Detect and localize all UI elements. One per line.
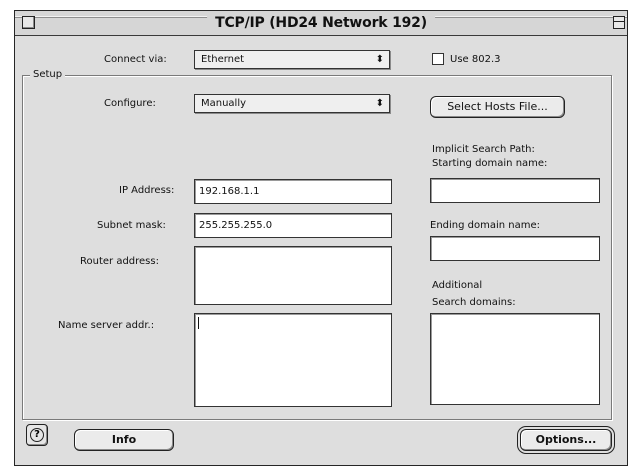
name-server-field[interactable]: [194, 313, 392, 407]
ending-domain-label: Ending domain name:: [430, 220, 541, 231]
ip-address-label: IP Address:: [119, 185, 175, 196]
setup-group-title: Setup: [30, 69, 66, 80]
router-address-field[interactable]: [194, 246, 392, 305]
info-button[interactable]: Info: [74, 429, 174, 451]
subnet-mask-value: 255.255.255.0: [199, 220, 273, 231]
options-button[interactable]: Options...: [520, 429, 612, 451]
configure-popup[interactable]: Manually ⬍: [194, 94, 390, 113]
use-8023-label: Use 802.3: [450, 54, 501, 65]
configure-label: Configure:: [104, 98, 156, 109]
use-8023-checkbox[interactable]: [432, 53, 444, 65]
window-title: TCP/IP (HD24 Network 192): [207, 14, 435, 32]
close-box-icon[interactable]: [22, 16, 35, 29]
popup-arrows-icon: ⬍: [375, 54, 384, 65]
starting-domain-field[interactable]: [430, 178, 600, 203]
help-icon: ?: [30, 428, 44, 442]
subnet-mask-field[interactable]: 255.255.255.0: [194, 213, 392, 238]
starting-domain-label: Starting domain name:: [432, 158, 548, 169]
search-domains-label: Search domains:: [432, 297, 516, 308]
popup-arrows-icon: ⬍: [375, 98, 384, 109]
collapse-box-icon[interactable]: [613, 16, 625, 29]
subnet-mask-label: Subnet mask:: [97, 220, 166, 231]
ip-address-value: 192.168.1.1: [199, 186, 260, 197]
select-hosts-file-button[interactable]: Select Hosts File...: [430, 96, 565, 118]
connect-via-label: Connect via:: [104, 54, 167, 65]
ending-domain-field[interactable]: [430, 236, 600, 261]
connect-via-popup[interactable]: Ethernet ⬍: [194, 50, 390, 69]
title-bar[interactable]: TCP/IP (HD24 Network 192): [15, 11, 627, 36]
router-address-label: Router address:: [80, 256, 159, 267]
implicit-search-path-label: Implicit Search Path:: [432, 144, 535, 155]
additional-search-domains-field[interactable]: [430, 313, 600, 405]
additional-label: Additional: [432, 280, 483, 291]
text-caret: [198, 317, 199, 329]
connect-via-value: Ethernet: [201, 54, 245, 65]
help-button[interactable]: ?: [26, 424, 48, 446]
ip-address-field[interactable]: 192.168.1.1: [194, 179, 392, 204]
configure-value: Manually: [201, 98, 247, 109]
name-server-label: Name server addr.:: [58, 320, 155, 331]
